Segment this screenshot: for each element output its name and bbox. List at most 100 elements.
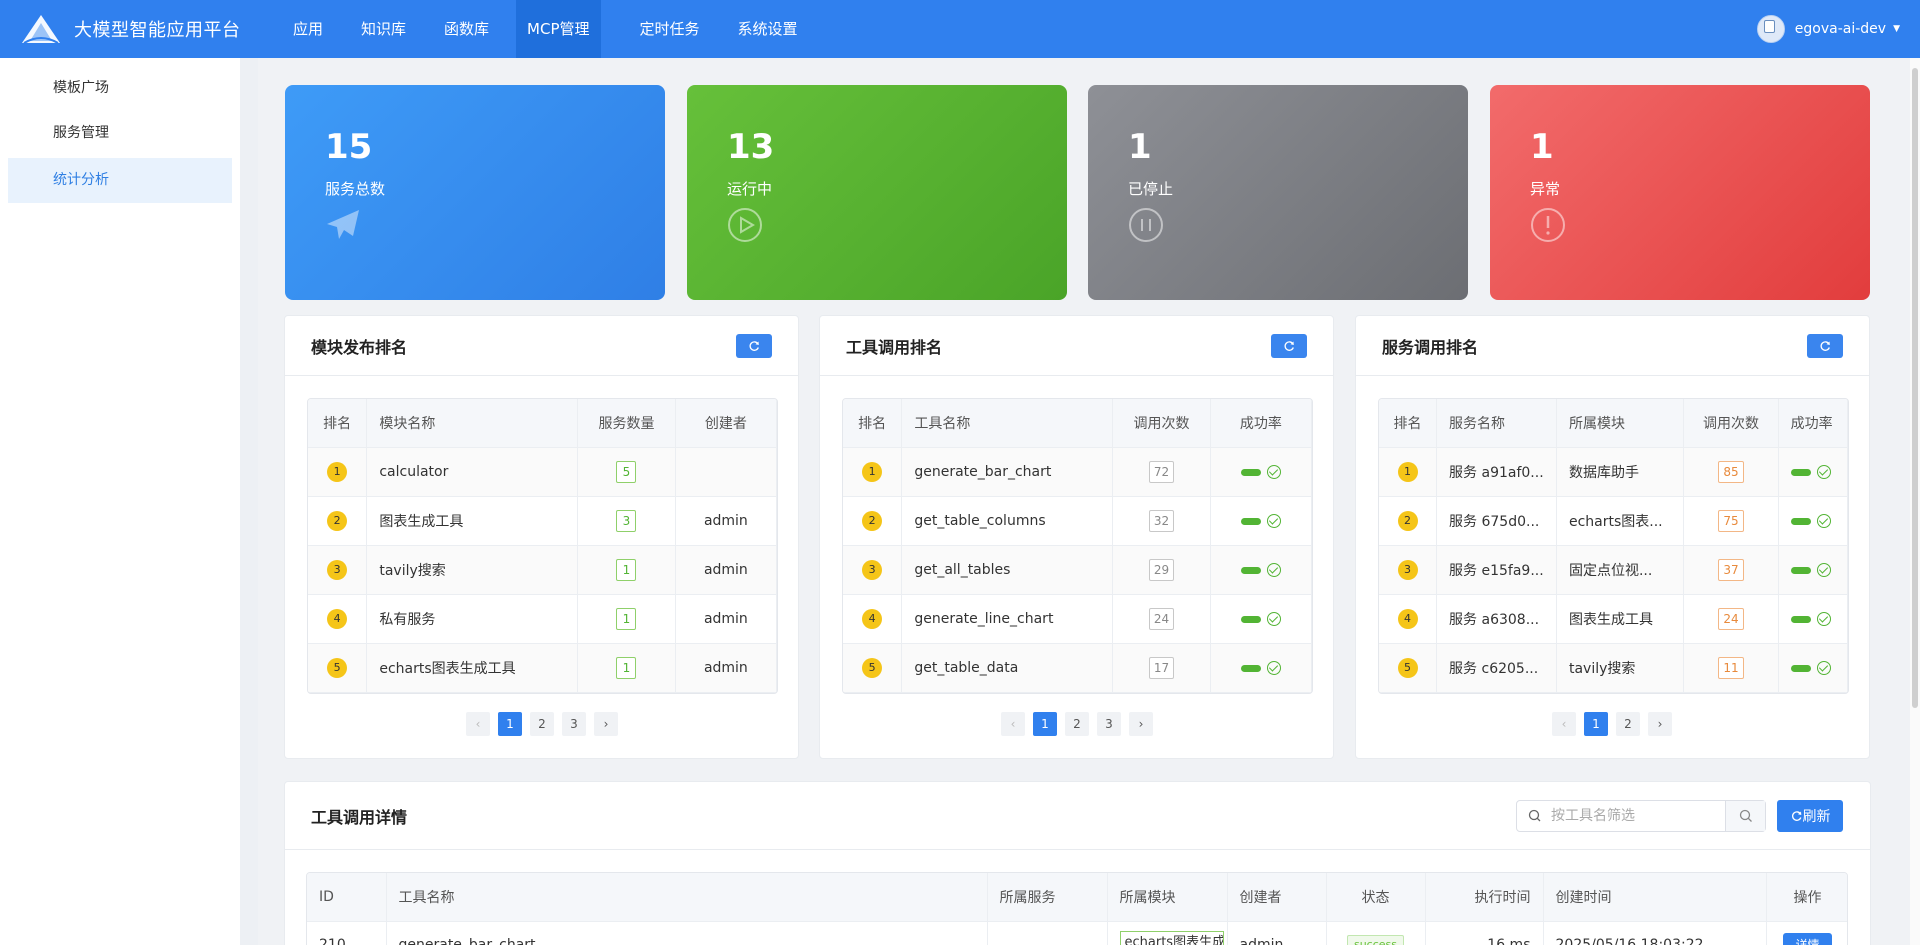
column-header[interactable]: 服务名称 <box>1436 399 1557 448</box>
table-row[interactable]: 1 calculator 5 <box>308 447 777 497</box>
page-scrollbar[interactable] <box>1910 58 1920 945</box>
column-header[interactable]: 所属服务 <box>987 873 1108 922</box>
page-button[interactable]: 2 <box>1065 712 1089 736</box>
tool-name: generate_bar_chart <box>901 447 1114 497</box>
search-button[interactable] <box>1725 801 1765 831</box>
table-row[interactable]: 2 图表生成工具 3 admin <box>308 496 777 546</box>
page-button[interactable]: 3 <box>562 712 586 736</box>
column-header[interactable]: 所属模块 <box>1556 399 1685 448</box>
column-header[interactable]: 调用次数 <box>1683 399 1779 448</box>
column-header[interactable]: 状态 <box>1326 873 1426 922</box>
column-header[interactable]: 创建者 <box>675 399 777 448</box>
module-name: tavily搜索 <box>366 545 579 595</box>
row-id: 210 <box>307 921 387 945</box>
stat-label: 已停止 <box>1128 180 1174 198</box>
column-header[interactable]: 成功率 <box>1778 399 1848 448</box>
tool-call-table: ID 工具名称 所属服务 所属模块 创建者 状态 执行时间 创建时间 操作 21… <box>306 872 1848 945</box>
prev-page-button[interactable]: ‹ <box>1001 712 1025 736</box>
column-header[interactable]: 执行时间 <box>1425 873 1544 922</box>
nav-item-mcp[interactable]: MCP管理 <box>516 0 601 58</box>
refresh-button[interactable] <box>1807 333 1843 358</box>
creator: admin <box>675 496 777 546</box>
table-row[interactable]: 5 服务 c6205... tavily搜索 11 <box>1379 643 1848 693</box>
nav-item-functions[interactable]: 函数库 <box>433 0 500 58</box>
page-button[interactable]: 2 <box>530 712 554 736</box>
nav-item-knowledge[interactable]: 知识库 <box>350 0 417 58</box>
table-row[interactable]: 5 get_table_data 17 <box>843 643 1312 693</box>
table-row[interactable]: 4 generate_line_chart 24 <box>843 594 1312 644</box>
refresh-button[interactable]: 刷新 <box>1777 800 1843 832</box>
stat-label: 服务总数 <box>325 180 386 198</box>
nav-item-settings[interactable]: 系统设置 <box>727 0 809 58</box>
service-name: 服务 a91af0... <box>1436 447 1557 497</box>
sidebar-item-statistics[interactable]: 统计分析 <box>8 158 232 203</box>
prev-page-button[interactable]: ‹ <box>466 712 490 736</box>
next-page-button[interactable]: › <box>594 712 618 736</box>
column-header[interactable]: 工具名称 <box>386 873 988 922</box>
column-header[interactable]: 排名 <box>1379 399 1438 448</box>
check-circle-icon <box>1266 465 1281 479</box>
column-header[interactable]: 创建者 <box>1227 873 1327 922</box>
nav-item-apps[interactable]: 应用 <box>282 0 334 58</box>
refresh-button[interactable] <box>736 333 772 358</box>
rank-badge: 3 <box>327 559 348 580</box>
column-header[interactable]: 创建时间 <box>1543 873 1767 922</box>
column-header[interactable]: 排名 <box>308 399 368 448</box>
table-row[interactable]: 5 echarts图表生成工具 1 admin <box>308 643 777 693</box>
page-button[interactable]: 2 <box>1616 712 1640 736</box>
sidebar-item-services[interactable]: 服务管理 <box>8 111 232 156</box>
success-rate <box>1790 514 1831 528</box>
column-header[interactable]: ID <box>307 873 387 922</box>
table-row[interactable]: 4 服务 a6308... 图表生成工具 24 <box>1379 594 1848 644</box>
module-name: 私有服务 <box>366 594 579 644</box>
next-page-button[interactable]: › <box>1648 712 1672 736</box>
table-row[interactable]: 2 服务 675d0... echarts图表... 75 <box>1379 496 1848 546</box>
table-row[interactable]: 210 generate_bar_chart echarts图表生成工具 adm… <box>307 921 1847 945</box>
detail-button[interactable]: 详情 <box>1783 933 1832 945</box>
column-header[interactable]: 工具名称 <box>901 399 1114 448</box>
app-logo[interactable]: 大模型智能应用平台 <box>20 13 260 45</box>
table-row[interactable]: 1 服务 a91af0... 数据库助手 85 <box>1379 447 1848 497</box>
tool-filter-input[interactable] <box>1547 801 1717 831</box>
scrollbar-thumb[interactable] <box>1912 68 1918 708</box>
page-button[interactable]: 1 <box>1033 712 1057 736</box>
column-header[interactable]: 调用次数 <box>1112 399 1211 448</box>
table-row[interactable]: 2 get_table_columns 32 <box>843 496 1312 546</box>
sidebar-item-templates[interactable]: 模板广场 <box>8 66 232 111</box>
page-button[interactable]: 1 <box>1584 712 1608 736</box>
success-bar <box>1240 664 1261 672</box>
prev-page-button[interactable]: ‹ <box>1552 712 1576 736</box>
table-row[interactable]: 1 generate_bar_chart 72 <box>843 447 1312 497</box>
page-button[interactable]: 1 <box>498 712 522 736</box>
service-name <box>987 921 1108 945</box>
user-menu[interactable]: egova-ai-dev ▼ <box>1756 15 1900 43</box>
column-header[interactable]: 服务数量 <box>577 399 676 448</box>
nav-item-schedule[interactable]: 定时任务 <box>629 0 711 58</box>
check-circle-icon <box>1266 563 1281 577</box>
stat-value: 1 <box>1530 127 1554 167</box>
tool-filter <box>1516 800 1766 832</box>
table-row[interactable]: 3 get_all_tables 29 <box>843 545 1312 595</box>
panel-header: 服务调用排名 <box>1356 316 1869 376</box>
table-row[interactable]: 3 tavily搜索 1 admin <box>308 545 777 595</box>
column-header[interactable]: 操作 <box>1766 873 1847 922</box>
avatar[interactable] <box>1756 15 1785 43</box>
service-rank-panel: 服务调用排名 排名 服务名称 所属模块 调用次数 成功率 1 服务 a91af0… <box>1355 315 1870 759</box>
page-button[interactable]: 3 <box>1097 712 1121 736</box>
refresh-button[interactable] <box>1271 333 1307 358</box>
tool-name: get_all_tables <box>901 545 1114 595</box>
column-header[interactable]: 成功率 <box>1210 399 1312 448</box>
user-name[interactable]: egova-ai-dev <box>1795 21 1886 37</box>
table-row[interactable]: 4 私有服务 1 admin <box>308 594 777 644</box>
rank-badge: 1 <box>1397 461 1418 482</box>
table-row[interactable]: 3 服务 e15fa9... 固定点位视... 37 <box>1379 545 1848 595</box>
created-time: 2025/05/16 18:03:22 <box>1543 921 1767 945</box>
next-page-button[interactable]: › <box>1129 712 1153 736</box>
column-header[interactable]: 所属模块 <box>1107 873 1228 922</box>
tool-name: generate_bar_chart <box>386 921 988 945</box>
column-header[interactable]: 模块名称 <box>366 399 579 448</box>
check-circle-icon <box>1816 465 1831 479</box>
column-header[interactable]: 排名 <box>843 399 903 448</box>
panel-title: 工具调用排名 <box>846 337 943 357</box>
caret-down-icon[interactable]: ▼ <box>1893 24 1900 34</box>
